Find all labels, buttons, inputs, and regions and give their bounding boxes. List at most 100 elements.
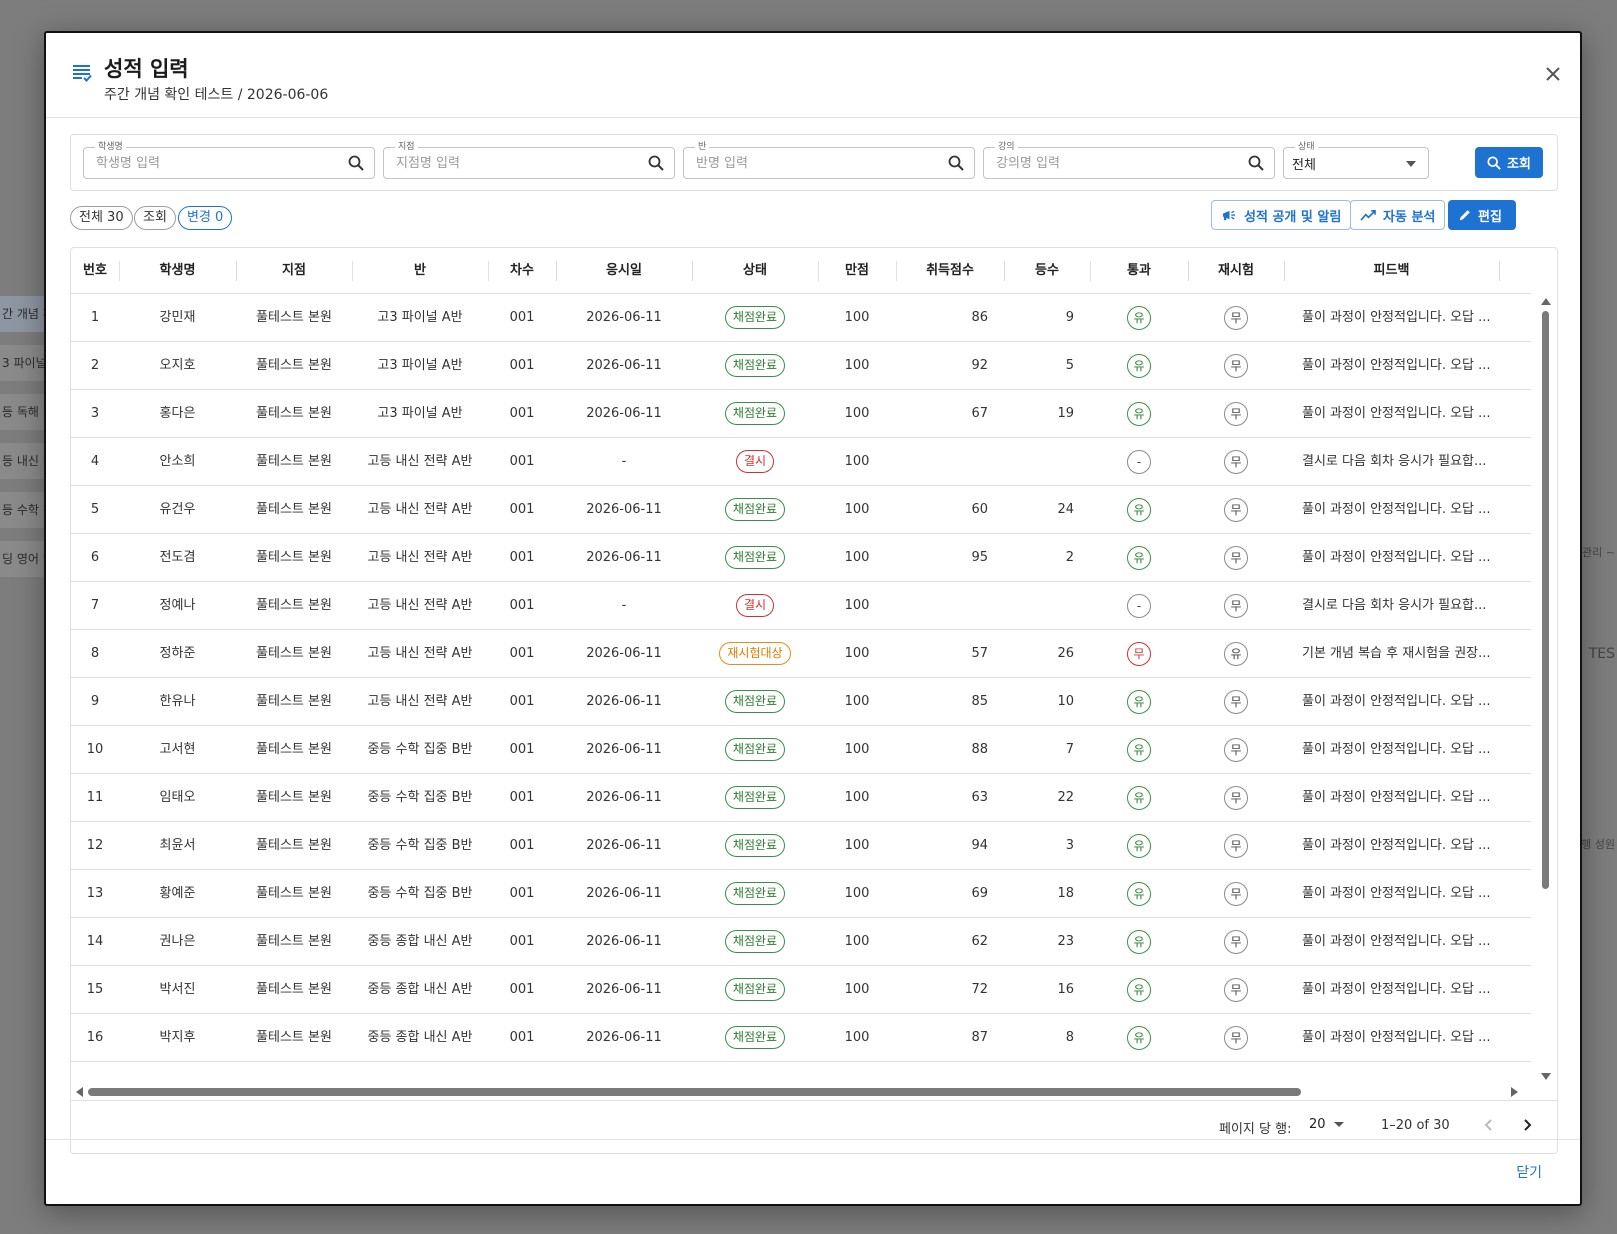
auto-analyze-button[interactable]: 자동 분석 [1350,200,1446,230]
scroll-right-arrow-icon[interactable] [1511,1087,1518,1097]
retest-badge: 무 [1224,545,1248,570]
table-row[interactable]: 12 최윤서 풀테스트 본원 중등 수학 집중 B반 001 2026-06-11 채점완료… [71,822,1531,870]
student-search-input[interactable] [96,148,338,178]
table-row[interactable]: 11 임태오 풀테스트 본원 중등 수학 집중 B반 001 2026-06-11 채점완료… [71,774,1531,822]
retest-badge: 무 [1224,737,1248,762]
column-divider[interactable] [692,261,693,281]
column-divider[interactable] [1499,261,1500,281]
column-header-retest[interactable]: 재시험 [1188,248,1284,294]
column-divider[interactable] [818,261,819,281]
total-count-chip[interactable]: 전체 30 [70,206,133,230]
table-row[interactable]: 9 한유나 풀테스트 본원 고등 내신 전략 A반 001 2026-06-11 채점완료 1… [71,678,1531,726]
next-page-button[interactable] [1517,1115,1537,1135]
column-divider[interactable] [1004,261,1005,281]
cell-exam-date: 2026-06-11 [586,310,662,325]
cell-status: 채점완료 [692,390,818,437]
previous-page-button[interactable] [1479,1115,1499,1135]
column-divider[interactable] [896,261,897,281]
table-row[interactable]: 4 안소희 풀테스트 본원 고등 내신 전략 A반 001 - 결시 100 - 무 결시로 다음 … [71,438,1531,486]
column-header-score[interactable]: 취득점수 [896,248,1004,294]
column-divider[interactable] [1284,261,1285,281]
horizontal-scroll-thumb[interactable] [88,1088,1301,1096]
status-select[interactable]: 상태 전체 [1283,141,1429,179]
column-header-branch[interactable]: 지점 [236,248,352,294]
column-header-pass[interactable]: 통과 [1090,248,1188,294]
table-row[interactable]: 10 고서현 풀테스트 본원 중등 수학 집중 B반 001 2026-06-11 채점완료… [71,726,1531,774]
rows-per-page-select[interactable]: 20 [1309,1117,1344,1132]
table-row[interactable]: 6 전도겸 풀테스트 본원 고등 내신 전략 A반 001 2026-06-11 채점완료 1… [71,534,1531,582]
changed-chip[interactable]: 변경 0 [178,206,233,230]
scroll-down-arrow-icon[interactable] [1541,1073,1551,1080]
cell-round: 001 [509,982,535,997]
vertical-scrollbar[interactable] [1533,294,1557,1084]
branch-search-input[interactable] [396,148,638,178]
cell-exam-date: 2026-06-11 [586,358,662,373]
column-divider[interactable] [352,261,353,281]
rows-per-page-value: 20 [1309,1117,1326,1132]
table-row[interactable]: 14 권나은 풀테스트 본원 중등 종합 내신 A반 001 2026-06-11 채점완료… [71,918,1531,966]
search-icon[interactable] [1248,155,1264,171]
viewed-chip[interactable]: 조회 [134,206,176,230]
table-row[interactable]: 15 박서진 풀테스트 본원 중등 종합 내신 A반 001 2026-06-11 채점완료… [71,966,1531,1014]
column-header-round[interactable]: 차수 [488,248,556,294]
cell-class: 고3 파이널 A반 [377,406,463,421]
search-icon[interactable] [348,155,364,171]
table-row[interactable]: 8 정하준 풀테스트 본원 고등 내신 전략 A반 001 2026-06-11 재시험대상… [71,630,1531,678]
cell-status: 채점완료 [692,822,818,869]
table-row[interactable]: 13 황예준 풀테스트 본원 중등 수학 집중 B반 001 2026-06-11 채점완료… [71,870,1531,918]
scroll-left-arrow-icon[interactable] [76,1087,83,1097]
column-header-exam-date[interactable]: 응시일 [556,248,692,294]
table-row[interactable]: 2 오지호 풀테스트 본원 고3 파이널 A반 001 2026-06-11 채점완료 100… [71,342,1531,390]
vertical-scroll-thumb[interactable] [1542,311,1549,889]
cell-full-score: 100 [844,790,870,805]
page-range: 1–20 of 30 [1381,1118,1450,1133]
dialog-title: 성적 입력 [104,57,189,81]
status-badge: 채점완료 [724,738,786,761]
status-badge: 채점완료 [724,1026,786,1049]
column-header-class[interactable]: 반 [352,248,488,294]
bg-sidebar-item: 간 개념 확 [0,296,44,332]
column-divider[interactable] [1188,261,1189,281]
column-divider[interactable] [556,261,557,281]
cell-round: 001 [509,550,535,565]
edit-button[interactable]: 편집 [1448,200,1516,230]
lecture-search-input[interactable] [996,148,1238,178]
cell-exam-date: 2026-06-11 [586,838,662,853]
column-header-status[interactable]: 상태 [692,248,818,294]
cell-round: 001 [509,742,535,757]
column-divider[interactable] [236,261,237,281]
cell-exam-date: 2026-06-11 [586,886,662,901]
scroll-up-arrow-icon[interactable] [1541,298,1551,305]
column-divider[interactable] [488,261,489,281]
column-divider[interactable] [119,261,120,281]
publish-grades-button[interactable]: 성적 공개 및 알림 [1211,200,1352,230]
close-button[interactable] [1540,61,1566,87]
pencil-icon [1459,210,1470,221]
table-body: 1 강민재 풀테스트 본원 고3 파이널 A반 001 2026-06-11 채점완료 100… [71,294,1531,1084]
table-row[interactable]: 5 유건우 풀테스트 본원 고등 내신 전략 A반 001 2026-06-11 채점완료 1… [71,486,1531,534]
search-icon[interactable] [948,155,964,171]
class-search-input[interactable] [696,148,938,178]
close-dialog-button[interactable]: 닫기 [1516,1162,1542,1182]
horizontal-scrollbar[interactable] [71,1084,1531,1100]
table-row[interactable]: 3 홍다은 풀테스트 본원 고3 파이널 A반 001 2026-06-11 채점완료 100… [71,390,1531,438]
search-icon[interactable] [648,155,664,171]
retest-badge: 무 [1224,977,1248,1002]
query-button[interactable]: 조회 [1475,147,1543,178]
retest-badge: 무 [1224,1025,1248,1050]
column-divider[interactable] [1090,261,1091,281]
column-header-feedback[interactable]: 피드백 [1284,248,1499,294]
caret-down-icon [1406,161,1416,167]
cell-full-score: 100 [844,886,870,901]
table-row[interactable]: 1 강민재 풀테스트 본원 고3 파이널 A반 001 2026-06-11 채점완료 100… [71,294,1531,342]
table-row[interactable]: 7 정예나 풀테스트 본원 고등 내신 전략 A반 001 - 결시 100 - 무 결시로 다음 … [71,582,1531,630]
column-header-full-score[interactable]: 만점 [818,248,896,294]
cell-feedback: 풀이 과정이 안정적입니다. 오답 ... [1302,550,1491,565]
column-header-rank[interactable]: 등수 [1004,248,1090,294]
cell-round: 001 [509,598,535,613]
column-header-number[interactable]: 번호 [71,248,119,294]
cell-round: 001 [509,694,535,709]
table-row[interactable]: 16 박지후 풀테스트 본원 중등 종합 내신 A반 001 2026-06-11 채점완료… [71,1014,1531,1062]
column-header-student-name[interactable]: 학생명 [119,248,236,294]
cell-student-name: 박지후 [159,1030,196,1045]
